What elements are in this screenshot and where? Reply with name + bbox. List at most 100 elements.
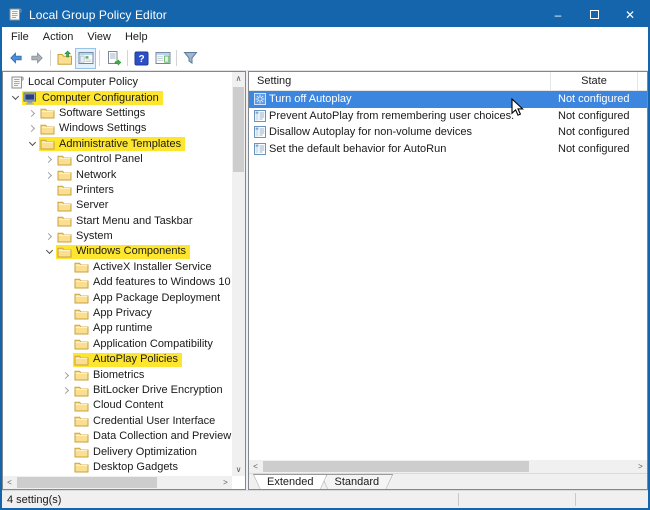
- folder-icon: [74, 277, 89, 289]
- tree-item-windows-components[interactable]: Windows Components: [3, 244, 232, 259]
- folder-icon: [40, 123, 55, 135]
- tree-horizontal-scrollbar[interactable]: < >: [3, 476, 232, 489]
- tree-item-credential-user-interface[interactable]: Credential User Interface: [3, 414, 232, 429]
- folder-icon: [74, 461, 89, 473]
- scrollbar-thumb[interactable]: [233, 87, 244, 172]
- tree-item-desktop-gadgets[interactable]: Desktop Gadgets: [3, 460, 232, 475]
- show-console-tree-icon: [78, 50, 94, 66]
- tree-item-local-computer-policy[interactable]: Local Computer Policy: [3, 75, 232, 90]
- toolbar-show-console-tree-button[interactable]: [75, 48, 96, 69]
- scrollbar-thumb[interactable]: [17, 477, 157, 488]
- tree-item-label: Data Collection and Preview Bu: [93, 430, 232, 443]
- tree-item-start-menu-and-taskbar[interactable]: Start Menu and Taskbar: [3, 214, 232, 229]
- setting-state: Not configured: [551, 126, 638, 138]
- tree-item-administrative-templates[interactable]: Administrative Templates: [3, 137, 232, 152]
- scroll-up-arrow-icon[interactable]: ∧: [232, 72, 245, 85]
- menu-view[interactable]: View: [80, 27, 118, 46]
- tree-item-label: App Privacy: [93, 307, 152, 320]
- settings-row-turn-off-autoplay[interactable]: Turn off AutoplayNot configured: [249, 91, 647, 108]
- back-icon: [8, 50, 24, 66]
- settings-row-prevent-autoplay-from-remembering-user-choices[interactable]: Prevent AutoPlay from remembering user c…: [249, 108, 647, 125]
- tree-item-delivery-optimization[interactable]: Delivery Optimization: [3, 444, 232, 459]
- list-horizontal-scrollbar[interactable]: < >: [249, 460, 647, 473]
- chevron-collapsed-icon[interactable]: [59, 373, 73, 378]
- toolbar-show-action-pane-button[interactable]: [152, 48, 173, 69]
- toolbar-help-button[interactable]: ?: [131, 48, 152, 69]
- tree-item-content: Application Compatibility: [73, 337, 217, 351]
- folder-icon: [74, 431, 89, 443]
- minimize-button[interactable]: –: [540, 2, 576, 27]
- tree-item-activex-installer-service[interactable]: ActiveX Installer Service: [3, 260, 232, 275]
- tree-item-app-package-deployment[interactable]: App Package Deployment: [3, 290, 232, 305]
- chevron-expanded-icon[interactable]: [8, 97, 22, 99]
- column-header-state[interactable]: State: [551, 72, 638, 90]
- tree-item-app-runtime[interactable]: App runtime: [3, 321, 232, 336]
- status-bar: 4 setting(s): [2, 490, 648, 508]
- tree-item-content: Server: [56, 199, 112, 213]
- chevron-expanded-icon[interactable]: [42, 251, 56, 253]
- tree-item-content: Printers: [56, 183, 118, 197]
- toolbar-filter-button[interactable]: [180, 48, 201, 69]
- folder-icon: [57, 184, 72, 196]
- tree-item-label: Network: [76, 169, 116, 182]
- scroll-left-arrow-icon[interactable]: <: [3, 476, 16, 489]
- tree-item-autoplay-policies[interactable]: AutoPlay Policies: [3, 352, 232, 367]
- export-list-icon: [106, 50, 122, 66]
- tree-item-app-privacy[interactable]: App Privacy: [3, 306, 232, 321]
- tree-item-add-features-to-windows-10[interactable]: Add features to Windows 10: [3, 275, 232, 290]
- console-tree-pane: Local Computer PolicyComputer Configurat…: [2, 71, 246, 490]
- toolbar-export-list-button[interactable]: [103, 48, 124, 69]
- tree-item-system[interactable]: System: [3, 229, 232, 244]
- tree-item-control-panel[interactable]: Control Panel: [3, 152, 232, 167]
- column-header-setting[interactable]: Setting: [249, 72, 551, 90]
- chevron-expanded-icon[interactable]: [25, 143, 39, 145]
- tree-item-biometrics[interactable]: Biometrics: [3, 367, 232, 382]
- scroll-right-arrow-icon[interactable]: >: [219, 476, 232, 489]
- tree-item-label: ActiveX Installer Service: [93, 261, 212, 274]
- toolbar-back-button[interactable]: [5, 48, 26, 69]
- setting-name: Disallow Autoplay for non-volume devices: [269, 126, 551, 138]
- tree-item-cloud-content[interactable]: Cloud Content: [3, 398, 232, 413]
- policy-setting-icon: [249, 143, 269, 155]
- chevron-collapsed-icon[interactable]: [25, 111, 39, 116]
- computer-icon: [23, 92, 38, 105]
- chevron-collapsed-icon[interactable]: [25, 126, 39, 131]
- forward-icon: [29, 50, 45, 66]
- tree-item-label: Start Menu and Taskbar: [76, 215, 193, 228]
- scroll-down-arrow-icon[interactable]: ∨: [232, 463, 245, 476]
- chevron-collapsed-icon[interactable]: [59, 388, 73, 393]
- tree-item-computer-configuration[interactable]: Computer Configuration: [3, 90, 232, 105]
- chevron-collapsed-icon[interactable]: [42, 173, 56, 178]
- tree-vertical-scrollbar[interactable]: ∧ ∨: [232, 72, 245, 476]
- tab-standard[interactable]: Standard: [320, 474, 393, 489]
- maximize-button[interactable]: [576, 2, 612, 27]
- setting-state: Not configured: [551, 93, 638, 105]
- chevron-collapsed-icon[interactable]: [42, 234, 56, 239]
- toolbar-forward-button[interactable]: [26, 48, 47, 69]
- settings-row-disallow-autoplay-for-non-volume-devices[interactable]: Disallow Autoplay for non-volume devices…: [249, 124, 647, 141]
- tree-item-data-collection-and-preview-bu[interactable]: Data Collection and Preview Bu: [3, 429, 232, 444]
- menu-action[interactable]: Action: [36, 27, 81, 46]
- tree-item-content: BitLocker Drive Encryption: [73, 384, 227, 398]
- chevron-collapsed-icon[interactable]: [42, 157, 56, 162]
- tree-item-application-compatibility[interactable]: Application Compatibility: [3, 337, 232, 352]
- folder-icon: [74, 354, 89, 366]
- menu-file[interactable]: File: [4, 27, 36, 46]
- tab-extended[interactable]: Extended: [253, 474, 327, 489]
- setting-state: Not configured: [551, 110, 638, 122]
- settings-rows: Turn off AutoplayNot configuredPrevent A…: [249, 91, 647, 460]
- tree-item-printers[interactable]: Printers: [3, 183, 232, 198]
- scroll-left-arrow-icon[interactable]: <: [249, 460, 262, 473]
- scroll-right-arrow-icon[interactable]: >: [634, 460, 647, 473]
- tree-item-network[interactable]: Network: [3, 167, 232, 182]
- tree-item-server[interactable]: Server: [3, 198, 232, 213]
- scrollbar-thumb[interactable]: [263, 461, 529, 472]
- settings-row-set-the-default-behavior-for-autorun[interactable]: Set the default behavior for AutoRunNot …: [249, 141, 647, 158]
- tree-item-bitlocker-drive-encryption[interactable]: BitLocker Drive Encryption: [3, 383, 232, 398]
- folder-icon: [57, 246, 72, 258]
- tree-item-windows-settings[interactable]: Windows Settings: [3, 121, 232, 136]
- toolbar-up-one-level-button[interactable]: [54, 48, 75, 69]
- menu-help[interactable]: Help: [118, 27, 155, 46]
- tree-item-software-settings[interactable]: Software Settings: [3, 106, 232, 121]
- close-button[interactable]: ✕: [612, 2, 648, 27]
